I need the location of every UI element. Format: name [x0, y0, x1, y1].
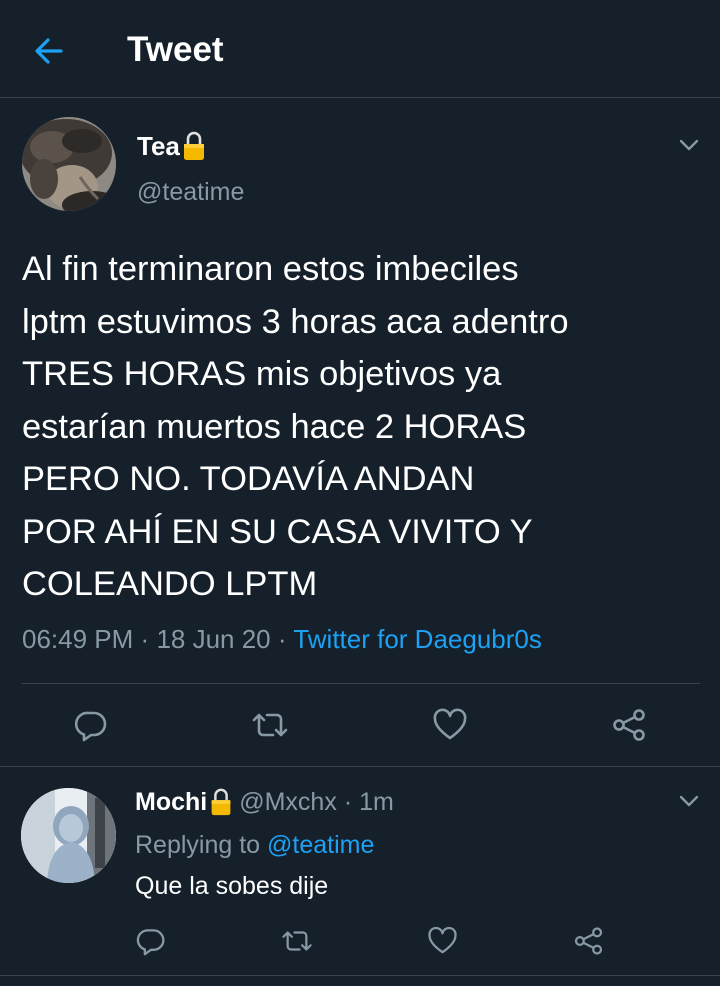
meta-separator: · — [140, 624, 150, 654]
back-button[interactable] — [28, 30, 70, 72]
author-name-row[interactable]: Tea — [137, 130, 206, 162]
like-icon — [433, 708, 467, 740]
chevron-down-icon — [679, 139, 699, 151]
reply-button[interactable] — [68, 702, 114, 748]
page-title: Tweet — [127, 30, 224, 69]
tweet-text: Al fin terminaron estos imbeciles lptm e… — [22, 250, 569, 603]
avatar-image — [21, 788, 116, 883]
avatar[interactable] — [22, 117, 116, 211]
chevron-down-icon — [679, 795, 699, 807]
arrow-left-icon — [35, 38, 63, 64]
tweet-options-button[interactable] — [674, 130, 704, 160]
display-name: Tea — [137, 131, 180, 161]
divider — [22, 683, 700, 684]
like-button[interactable] — [427, 702, 473, 748]
tweet-detail-screen: Tweet Tea @teatime Al fin terminaron est… — [0, 0, 720, 986]
reply-button[interactable] — [128, 921, 174, 961]
reply-actions — [0, 921, 720, 961]
reply-text: Que la sobes dije — [135, 872, 329, 900]
avatar[interactable] — [21, 788, 116, 883]
meta-separator: · — [277, 624, 287, 654]
tweet-meta: 06:49 PM · 18 Jun 20 · Twitter for Daegu… — [22, 622, 542, 656]
author-handle[interactable]: @Mxchx — [239, 786, 337, 818]
lock-icon — [209, 787, 233, 817]
like-button[interactable] — [419, 921, 465, 961]
display-name[interactable]: Mochi — [135, 786, 207, 818]
retweet-button[interactable] — [274, 921, 320, 961]
reply-icon — [74, 711, 107, 742]
like-icon — [427, 926, 457, 954]
retweet-icon — [252, 713, 288, 737]
replying-to: Replying to @teatime — [135, 829, 374, 861]
share-icon — [613, 709, 645, 741]
lock-icon — [182, 130, 206, 162]
reply-tweet[interactable]: Mochi @Mxchx · 1m Replying to @teatime Q… — [0, 767, 720, 976]
main-tweet: Tea @teatime Al fin terminaron estos imb… — [0, 98, 720, 767]
tweet-time: 06:49 PM — [22, 624, 134, 654]
author-handle[interactable]: @teatime — [137, 176, 244, 208]
tweet-date: 18 Jun 20 — [156, 624, 271, 654]
replying-prefix: Replying to — [135, 831, 261, 859]
tweet-actions — [0, 702, 720, 748]
retweet-button[interactable] — [247, 702, 293, 748]
tweet-options-button[interactable] — [674, 786, 704, 816]
reply-time: 1m — [359, 788, 394, 816]
reply-author-row: Mochi @Mxchx · 1m — [135, 786, 394, 818]
share-button[interactable] — [565, 921, 611, 961]
avatar-image — [22, 117, 116, 211]
reply-icon — [136, 929, 165, 956]
top-app-bar: Tweet — [0, 0, 720, 98]
mention-link[interactable]: @teatime — [267, 831, 374, 859]
tweet-source-link[interactable]: Twitter for Daegubr0s — [293, 624, 542, 654]
meta-separator: · — [343, 788, 353, 816]
retweet-icon — [282, 931, 312, 951]
share-icon — [574, 927, 602, 955]
share-button[interactable] — [606, 702, 652, 748]
